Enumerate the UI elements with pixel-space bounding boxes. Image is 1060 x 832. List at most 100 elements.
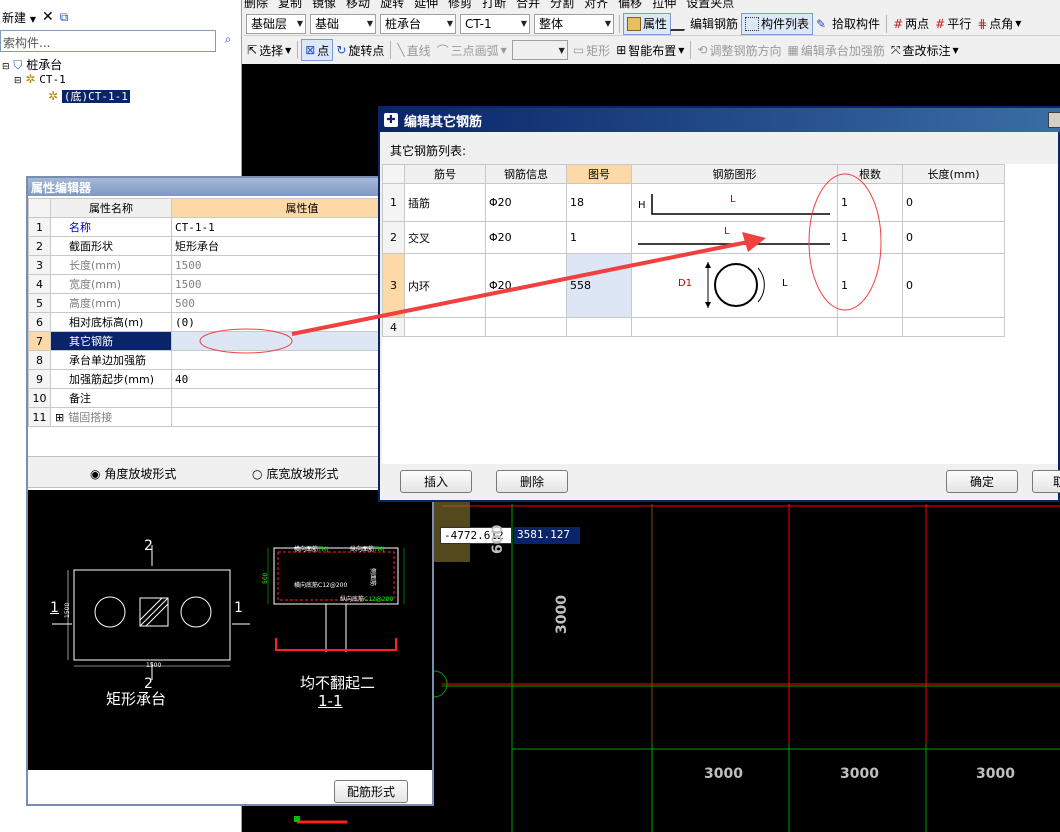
trim-tool[interactable]: 修剪: [448, 0, 472, 11]
radio-bar: ◉ 角度放坡形式 ○ 底宽放坡形式: [28, 456, 432, 488]
rotate-point-button[interactable]: ↻ 旋转点: [333, 39, 387, 61]
extend-tool[interactable]: 延伸: [414, 0, 438, 11]
table-row[interactable]: 3 内环 Φ20 558 D1 L 1 0: [382, 253, 1005, 318]
cell-bar-no[interactable]: 交叉: [404, 221, 486, 254]
rotate-tool[interactable]: 旋转: [380, 0, 404, 11]
cell-count[interactable]: 1: [837, 253, 903, 318]
cell-fig-no[interactable]: 1: [566, 221, 632, 254]
radio-angle[interactable]: ◉ 角度放坡形式: [90, 465, 176, 482]
cell-count[interactable]: 1: [837, 183, 903, 222]
copy-icon[interactable]: ⧉: [60, 10, 69, 25]
prop-row[interactable]: 5 高度(mm) 500: [28, 293, 433, 313]
tree-root[interactable]: ⊟ ⛉ 桩承台: [2, 56, 62, 73]
property-button[interactable]: 属性: [623, 12, 672, 35]
cell-bar-no[interactable]: 内环: [404, 253, 486, 318]
minimize-button[interactable]: [1048, 112, 1060, 128]
cell-bar-no[interactable]: 插筋: [404, 183, 486, 222]
offset-tool[interactable]: 偏移: [618, 0, 642, 11]
cell-count[interactable]: [837, 317, 903, 337]
select-button[interactable]: ⇱ 选择 ▼: [244, 39, 294, 61]
align-tool[interactable]: 对齐: [584, 0, 608, 11]
prop-row[interactable]: 1 名称 CT-1-1: [28, 217, 433, 237]
table-row[interactable]: 1 插筋 Φ20 18 H L 1 0: [382, 183, 1005, 222]
cell-fig-no[interactable]: 558: [566, 253, 632, 318]
prop-row[interactable]: 3 长度(mm) 1500: [28, 255, 433, 275]
collapse-icon[interactable]: ⊟: [2, 62, 10, 72]
cell-bar-info[interactable]: [485, 317, 567, 337]
adjust-dir-button[interactable]: ⟲ 调整钢筋方向: [694, 39, 784, 61]
prop-row[interactable]: 2 截面形状 矩形承台: [28, 236, 433, 256]
point-angle-button[interactable]: ⋕ 点角 ▼: [974, 13, 1024, 35]
parallel-button[interactable]: # 平行: [932, 13, 974, 35]
cell-bar-info[interactable]: Φ20: [485, 221, 567, 254]
cell-bar-no[interactable]: [404, 317, 486, 337]
collapse-icon[interactable]: ⊟: [14, 76, 22, 86]
edit-rebar-button[interactable]: 编辑钢筋: [669, 13, 741, 35]
floor-combo[interactable]: 基础层 ▼: [246, 13, 306, 34]
smart-layout-button[interactable]: ⊞ 智能布置 ▼: [613, 39, 687, 61]
rebar-form-button[interactable]: 配筋形式: [334, 780, 408, 803]
ok-button[interactable]: 确定: [946, 470, 1018, 493]
cancel-button[interactable]: 取: [1032, 470, 1060, 493]
tree-leaf[interactable]: ✲ (底)CT-1-1: [48, 88, 130, 104]
grip-tool[interactable]: 设置夹点: [686, 0, 734, 11]
coord-y-field[interactable]: 3581.127: [514, 527, 580, 544]
point-button[interactable]: ⊠ 点: [301, 39, 334, 61]
pick-component-button[interactable]: ✎ 拾取构件: [813, 13, 883, 35]
break-tool[interactable]: 打断: [482, 0, 506, 11]
label-side: 侧面筋: [369, 568, 376, 587]
name-combo[interactable]: CT-1 ▼: [460, 13, 530, 34]
cell-fig-no[interactable]: [566, 317, 632, 337]
arc-button[interactable]: ⌒ 三点画弧 ▼: [434, 39, 510, 61]
mirror-tool[interactable]: 镜像: [312, 0, 336, 11]
table-row[interactable]: 4: [382, 317, 1005, 337]
prop-row[interactable]: 9 加强筋起步(mm) 40: [28, 369, 433, 389]
expand-icon[interactable]: ⊞: [55, 411, 64, 424]
tree-child[interactable]: ⊟ ✲ CT-1: [14, 72, 66, 86]
cell-bar-info[interactable]: Φ20: [485, 183, 567, 222]
line-button[interactable]: ╲ 直线: [394, 39, 433, 61]
edit-cap-button[interactable]: ▦ 编辑承台加强筋: [785, 39, 888, 61]
prop-row[interactable]: 4 宽度(mm) 1500: [28, 274, 433, 294]
cell-length[interactable]: [902, 317, 1005, 337]
prop-row[interactable]: 10 备注: [28, 388, 433, 408]
label-top1-text: 横向面筋: [294, 546, 319, 553]
new-button[interactable]: 新建 ▼: [2, 9, 36, 26]
prop-name: 长度(mm): [50, 255, 172, 275]
search-box[interactable]: 索构件...: [0, 30, 216, 52]
cell-bar-info[interactable]: Φ20: [485, 253, 567, 318]
arc-combo[interactable]: ▼: [511, 40, 568, 60]
two-point-button[interactable]: # 两点: [890, 13, 932, 35]
category-combo[interactable]: 基础 ▼: [310, 13, 376, 34]
stretch-tool[interactable]: 拉伸: [652, 0, 676, 11]
prop-row[interactable]: 8 承台单边加强筋: [28, 350, 433, 370]
copy-tool[interactable]: 复制: [278, 0, 302, 11]
cell-count[interactable]: 1: [837, 221, 903, 254]
radio-bottom[interactable]: ○ 底宽放坡形式: [252, 465, 338, 482]
cell-fig-no[interactable]: 18: [566, 183, 632, 222]
cell-length[interactable]: 0: [902, 253, 1005, 318]
cell-length[interactable]: 0: [902, 183, 1005, 222]
whole-combo[interactable]: 整体 ▼: [534, 13, 614, 34]
type-combo[interactable]: 桩承台 ▼: [380, 13, 456, 34]
delete-tool[interactable]: 删除: [244, 0, 268, 11]
component-list-button[interactable]: 构件列表: [741, 12, 814, 35]
check-mark-button[interactable]: ⤧ 查改标注 ▼: [888, 39, 962, 61]
delete-button[interactable]: 删除: [496, 470, 568, 493]
chevron-down-icon: ▼: [285, 45, 292, 55]
prop-row[interactable]: 11 ⊞ 锚固搭接: [28, 407, 433, 427]
split-tool[interactable]: 分割: [550, 0, 574, 11]
dialog-title-bar[interactable]: ✚ 编辑其它钢筋: [380, 108, 1060, 132]
prop-row[interactable]: 7 其它钢筋: [28, 331, 433, 351]
prop-title-bar[interactable]: 属性编辑器: [28, 178, 432, 196]
delete-icon[interactable]: ✕: [42, 9, 54, 25]
merge-tool[interactable]: 合并: [516, 0, 540, 11]
component-list-label: 构件列表: [761, 17, 810, 31]
move-tool[interactable]: 移动: [346, 0, 370, 11]
table-row[interactable]: 2 交叉 Φ20 1 L 1 0: [382, 221, 1005, 254]
cell-length[interactable]: 0: [902, 221, 1005, 254]
insert-button[interactable]: 插入: [400, 470, 472, 493]
rect-button[interactable]: ▭ 矩形: [570, 39, 613, 61]
prop-row[interactable]: 6 相对底标高(m) (0): [28, 312, 433, 332]
search-icon[interactable]: ⌕: [218, 32, 238, 50]
